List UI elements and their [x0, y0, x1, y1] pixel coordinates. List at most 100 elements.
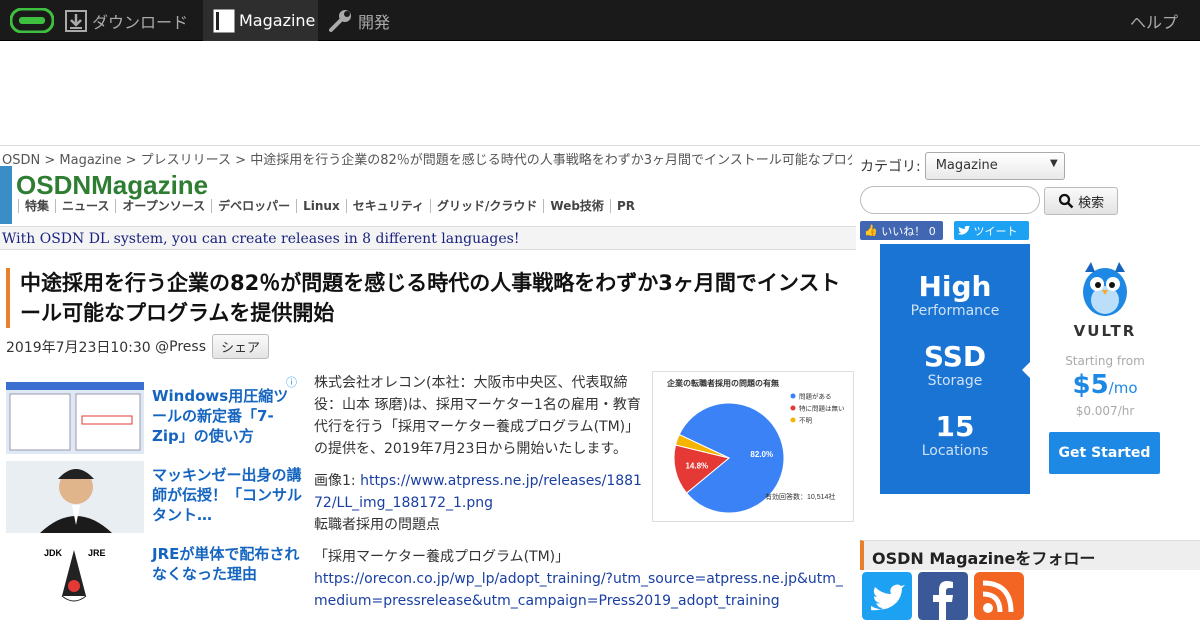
related-title[interactable]: Windows用圧縮ツールの新定番「7-Zip」の使い方: [152, 386, 302, 446]
subnav-developer[interactable]: デベロッパー: [211, 199, 296, 213]
rss-icon[interactable]: [974, 572, 1024, 620]
search-input[interactable]: [860, 186, 1040, 214]
price: $5: [1072, 370, 1109, 400]
thumbs-up-icon: 👍: [864, 224, 878, 237]
spec-sub: Locations: [921, 443, 989, 459]
ad-pointer: [1022, 362, 1030, 378]
nav-download[interactable]: ダウンロード: [64, 0, 188, 41]
legend-swatch: [790, 393, 796, 399]
legend-label: 問題がある: [799, 392, 832, 401]
related-articles: Windows用圧縮ツールの新定番「7-Zip」の使い方 マッキンゼー出身の講師…: [6, 372, 306, 612]
tweet-button[interactable]: ツイート: [954, 221, 1029, 240]
article-title: 中途採用を行う企業の82％が問題を感じる時代の人事戦略をわずか3ヶ月間でインスト…: [6, 268, 852, 328]
subnav-feature[interactable]: 特集: [18, 199, 55, 213]
magazine-header: OSDNMagazine 特集 ニュース オープンソース デベロッパー Linu…: [0, 166, 856, 224]
program-name: 「採用マーケター養成プログラム(TM)」: [314, 549, 570, 565]
legend-label: 特に問題は無い: [799, 404, 845, 413]
image-link[interactable]: https://www.atpress.ne.jp/releases/18817…: [314, 473, 642, 511]
article-paragraph: 株式会社オレコン(本社：大阪市中央区、代表取締役：山本 琢磨)は、採用マーケター…: [314, 375, 641, 457]
tweet-label: ツイート: [973, 224, 1018, 238]
spec-block: SSD Storage: [880, 340, 1030, 389]
share-button[interactable]: シェア: [212, 334, 270, 359]
category-label: カテゴリ:: [860, 159, 921, 175]
vultr-ad[interactable]: High Performance SSD Storage 15 Location…: [880, 244, 1180, 494]
category-value: Magazine: [935, 158, 998, 173]
svg-text:JDK: JDK: [44, 548, 63, 558]
subnav-web[interactable]: Web技術: [543, 199, 610, 213]
spec-block: 15 Locations: [880, 410, 1030, 459]
search-button[interactable]: 検索: [1044, 187, 1118, 215]
related-thumb-7zip: [6, 382, 144, 454]
related-thumb-java-duke: JDK JRE: [6, 540, 144, 612]
subnav-security[interactable]: セキュリティ: [345, 199, 430, 213]
nav-magazine-label: Magazine: [239, 11, 316, 30]
nav-download-label: ダウンロード: [92, 12, 189, 32]
subnav-cloud[interactable]: グリッド/クラウド: [430, 199, 543, 213]
legend-swatch: [790, 405, 796, 411]
spec-block: High Performance: [880, 270, 1030, 319]
subnav-opensource[interactable]: オープンソース: [115, 199, 211, 213]
follow-title: OSDN Magazineをフォロー: [860, 540, 1200, 570]
spec-sub: Performance: [910, 303, 1000, 319]
promo-link[interactable]: With OSDN DL system, you can create rele…: [0, 226, 856, 250]
spec-sub: Storage: [927, 373, 983, 389]
get-started-button[interactable]: Get Started: [1049, 432, 1160, 474]
divider: [0, 145, 1200, 146]
svg-text:JRE: JRE: [88, 548, 106, 558]
starting-from: Starting from: [1065, 354, 1145, 368]
hourly-price: $0.007/hr: [1075, 404, 1135, 418]
search-button-label: 検索: [1078, 195, 1105, 211]
ad-banner-area: [0, 41, 1200, 145]
subnav-linux[interactable]: Linux: [296, 199, 346, 213]
related-item[interactable]: Windows用圧縮ツールの新定番「7-Zip」の使い方: [6, 372, 306, 454]
osdn-magazine-logo[interactable]: OSDNMagazine: [16, 170, 278, 200]
price-per: /mo: [1108, 379, 1138, 397]
facebook-like-button[interactable]: 👍 いいね！ 0: [860, 221, 943, 240]
program-link[interactable]: https://orecon.co.jp/wp_lp/adopt_trainin…: [314, 571, 843, 609]
legend-swatch: [790, 417, 796, 423]
osdn-logo-icon[interactable]: [10, 8, 54, 33]
program-ref: 「採用マーケター養成プログラム(TM)」 https://orecon.co.j…: [314, 546, 856, 612]
related-title[interactable]: JREが単体で配布されなくなった理由: [152, 544, 302, 584]
spec-title: High: [918, 270, 992, 303]
magazine-icon: [213, 9, 235, 33]
related-item[interactable]: マッキンゼー出身の講師が伝授！「コンサルタント…: [6, 451, 306, 533]
wrench-icon: [328, 9, 354, 33]
vultr-brand: VULTR: [1073, 322, 1137, 340]
magazine-subnav: 特集 ニュース オープンソース デベロッパー Linux セキュリティ グリッド…: [18, 199, 641, 213]
top-navbar: ダウンロード Magazine 開発 ヘルプ: [0, 0, 1200, 41]
figure-pie-chart[interactable]: 企業の転職者採用の問題の有無 82.0% 14.8% 問題がある 特に問題は無い 不明…: [652, 371, 854, 522]
article-meta: 2019年7月23日10:30 @Press シェア: [6, 334, 270, 359]
image-caption: 転職者採用の問題点: [314, 517, 440, 533]
twitter-icon[interactable]: [862, 572, 912, 620]
subnav-pr[interactable]: PR: [609, 199, 641, 213]
pie-slice-label: 82.0%: [750, 450, 773, 459]
pie-chart-svg: 企業の転職者採用の問題の有無 82.0% 14.8% 問題がある特に問題は無い不明…: [666, 378, 845, 514]
header-accent-bar: [0, 166, 12, 224]
facebook-icon[interactable]: [918, 572, 968, 620]
article-date: 2019年7月23日10:30: [6, 339, 151, 356]
like-label: いいね！ 0: [881, 224, 936, 238]
brand-text: OSDNMagazine: [16, 170, 208, 200]
spec-title: 15: [935, 410, 975, 443]
nav-magazine[interactable]: Magazine: [203, 0, 318, 41]
related-thumb-person: [6, 461, 144, 533]
vultr-owl-icon: [1083, 262, 1127, 316]
chart-total: 有効回答数：10,514社: [765, 492, 835, 501]
spec-title: SSD: [923, 340, 987, 373]
image-ref: 画像1: https://www.atpress.ne.jp/releases/…: [314, 470, 646, 536]
nav-develop-label: 開発: [358, 12, 391, 32]
related-item[interactable]: JDK JRE JREが単体で配布されなくなった理由: [6, 530, 306, 612]
twitter-bird-icon: [958, 225, 970, 235]
nav-help[interactable]: ヘルプ: [1130, 0, 1178, 41]
related-title[interactable]: マッキンゼー出身の講師が伝授！「コンサルタント…: [152, 465, 302, 525]
article-body: 株式会社オレコン(本社：大阪市中央区、代表取締役：山本 琢磨)は、採用マーケター…: [314, 372, 843, 612]
nav-develop[interactable]: 開発: [328, 0, 390, 41]
image-label: 画像1:: [314, 473, 361, 489]
price-block: $5/mo: [1030, 370, 1180, 400]
chart-title: 企業の転職者採用の問題の有無: [666, 378, 779, 388]
subnav-news[interactable]: ニュース: [55, 199, 115, 213]
legend-label: 不明: [799, 417, 813, 425]
caret-down-icon: ▼: [1050, 158, 1058, 169]
category-select[interactable]: Magazine ▼: [924, 152, 1065, 180]
